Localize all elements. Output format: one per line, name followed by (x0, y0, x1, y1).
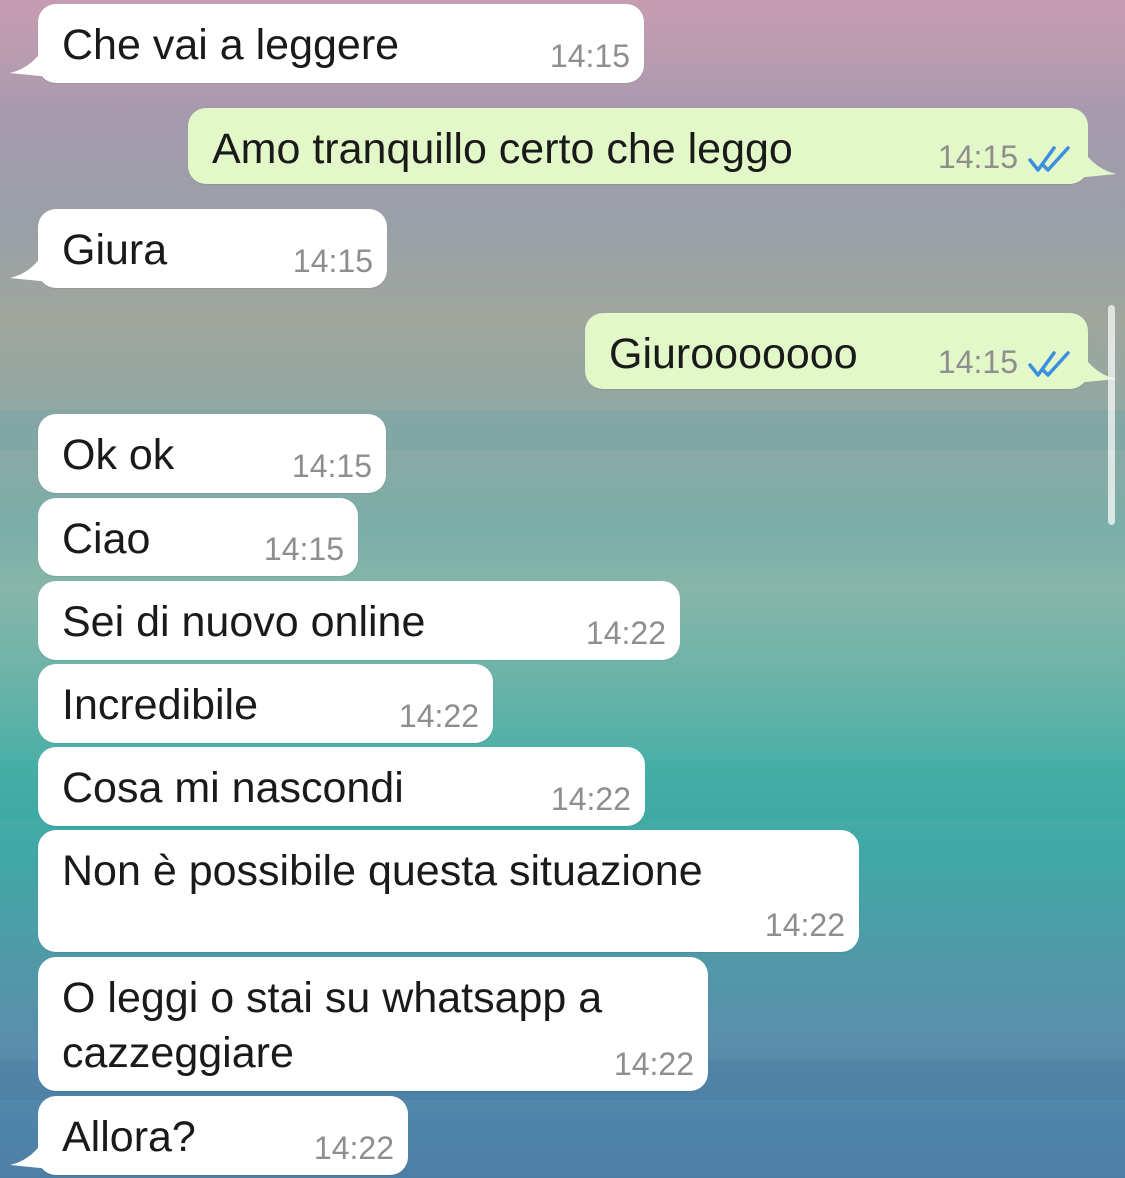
message-text: Giurooooooo (609, 330, 858, 378)
scrollbar[interactable] (1108, 305, 1115, 525)
message-bubble-incoming[interactable]: Ciao 14:15 (38, 498, 358, 576)
message-bubble-outgoing[interactable]: Giurooooooo 14:15 (585, 313, 1116, 389)
message-bubble-incoming[interactable]: Che vai a leggere 14:15 (10, 4, 644, 83)
message-time: 14:22 (398, 698, 479, 734)
message-time: 14:22 (585, 615, 666, 651)
message-text: Cosa mi nascondi (62, 764, 404, 812)
message-time: 14:15 (292, 243, 373, 279)
message-bubble-incoming[interactable]: Allora? 14:22 (10, 1096, 408, 1175)
message-text: Incredibile (62, 681, 258, 729)
message-text: Ok ok (62, 431, 175, 479)
message-bubble-outgoing[interactable]: Amo tranquillo certo che leggo 14:15 (188, 108, 1116, 184)
double-check-icon (1028, 351, 1070, 377)
message-text: Amo tranquillo certo che leggo (212, 125, 793, 173)
double-check-icon (1028, 146, 1070, 172)
message-text: O leggi o stai su whatsapp a cazzeggiare (62, 974, 603, 1077)
message-bubble-incoming[interactable]: Ok ok 14:15 (38, 414, 386, 493)
message-bubble-incoming[interactable]: Giura 14:15 (10, 209, 387, 288)
message-text: Allora? (62, 1113, 196, 1161)
message-time: 14:15 (263, 531, 344, 567)
message-time: 14:15 (549, 38, 630, 74)
bubble-tail (10, 242, 50, 282)
message-bubble-incoming[interactable]: O leggi o stai su whatsapp a cazzeggiare… (38, 957, 708, 1091)
bubble-tail (10, 37, 50, 77)
message-time: 14:22 (613, 1046, 694, 1082)
bubble-tail (1076, 138, 1116, 178)
message-bubble-incoming[interactable]: Incredibile 14:22 (38, 664, 493, 743)
message-text: Sei di nuovo online (62, 598, 426, 646)
message-bubble-incoming[interactable]: Sei di nuovo online 14:22 (38, 581, 680, 660)
message-text: Che vai a leggere (62, 21, 400, 69)
message-text: Non è possibile questa situazione (62, 847, 703, 895)
message-bubble-incoming[interactable]: Non è possibile questa situazione 14:22 (38, 830, 859, 952)
message-time: 14:22 (550, 781, 631, 817)
message-time: 14:22 (764, 907, 845, 943)
message-time: 14:15 (291, 448, 372, 484)
message-text: Giura (62, 226, 168, 274)
message-time: 14:22 (313, 1130, 394, 1166)
bubble-tail (10, 1129, 50, 1169)
chat-screen: { "messages": [ {"direction": "incoming"… (0, 0, 1125, 1178)
message-time: 14:15 (937, 344, 1018, 380)
message-bubble-incoming[interactable]: Cosa mi nascondi 14:22 (38, 747, 645, 826)
message-time: 14:15 (937, 139, 1018, 175)
message-text: Ciao (62, 515, 151, 563)
message-list[interactable]: Che vai a leggere 14:15 Amo tranquillo c… (0, 0, 1125, 1178)
